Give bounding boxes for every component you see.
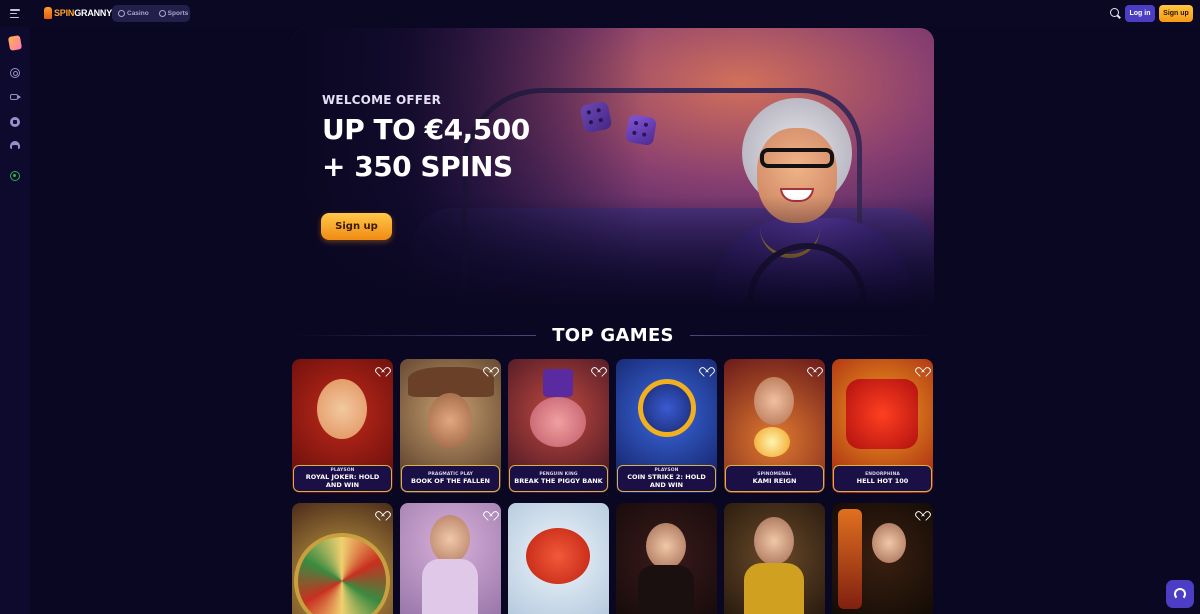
game-card[interactable]: SPINOMENAL KAMI REIGN — [724, 359, 825, 493]
game-thumbnail — [508, 503, 609, 614]
game-card[interactable] — [616, 503, 717, 614]
game-name: BOOK OF THE FALLEN — [411, 477, 490, 485]
favorite-heart-icon[interactable] — [378, 507, 388, 516]
game-card[interactable]: PRAGMATIC PLAY BOOK OF THE FALLEN — [400, 359, 501, 493]
signup-button[interactable]: Sign up — [1159, 5, 1193, 22]
favorite-heart-icon[interactable] — [702, 363, 712, 372]
favorite-heart-icon[interactable] — [378, 363, 388, 372]
game-card[interactable] — [292, 503, 393, 614]
divider — [292, 334, 537, 336]
favorite-heart-icon[interactable] — [594, 363, 604, 372]
casino-mode-label: Casino — [127, 10, 149, 17]
game-name: ROYAL JOKER: HOLD AND WIN — [305, 473, 380, 489]
game-card[interactable] — [508, 503, 609, 614]
top-bar: SPINGRANNY Casino Sports Log in Sign up — [0, 0, 1200, 27]
logo-mark-icon — [44, 7, 52, 19]
game-thumbnail — [616, 503, 717, 614]
sports-mode-button[interactable]: Sports — [156, 8, 192, 19]
login-button[interactable]: Log in — [1125, 5, 1155, 22]
sidebar — [0, 27, 30, 614]
offer-eyebrow: WELCOME OFFER — [322, 93, 442, 107]
game-label: ENDORPHINA HELL HOT 100 — [833, 465, 932, 492]
promo-icon[interactable] — [7, 35, 23, 51]
hero-signup-button[interactable]: Sign up — [321, 213, 392, 240]
game-name: KAMI REIGN — [752, 477, 797, 485]
game-card[interactable]: PLAYSON ROYAL JOKER: HOLD AND WIN — [292, 359, 393, 493]
game-thumbnail — [724, 503, 825, 614]
sports-ball-icon[interactable] — [10, 117, 20, 127]
favorite-heart-icon[interactable] — [918, 363, 928, 372]
game-label: PLAYSON ROYAL JOKER: HOLD AND WIN — [293, 465, 392, 492]
favorite-heart-icon[interactable] — [918, 507, 928, 516]
welcome-offer-banner: WELCOME OFFER UP TO €4,500 + 350 SPINS S… — [292, 28, 934, 308]
favorite-heart-icon[interactable] — [486, 363, 496, 372]
divider — [689, 334, 934, 336]
section-title: TOP GAMES — [552, 324, 674, 346]
casino-chip-icon[interactable] — [10, 68, 20, 78]
search-icon[interactable] — [1110, 8, 1120, 18]
game-name: BREAK THE PIGGY BANK — [514, 477, 603, 485]
support-chat-button[interactable] — [1166, 580, 1194, 608]
game-label: SPINOMENAL KAMI REIGN — [725, 465, 824, 492]
game-label: PRAGMATIC PLAY BOOK OF THE FALLEN — [401, 465, 500, 492]
sports-ball-icon — [158, 10, 166, 17]
game-card[interactable] — [724, 503, 825, 614]
game-name: COIN STRIKE 2: HOLD AND WIN — [627, 473, 706, 489]
game-card[interactable]: ENDORPHINA HELL HOT 100 — [832, 359, 933, 493]
hand-icon[interactable] — [10, 141, 20, 149]
logo[interactable]: SPINGRANNY — [44, 7, 112, 19]
game-card[interactable] — [832, 503, 933, 614]
game-name: HELL HOT 100 — [856, 477, 909, 485]
headset-icon — [1174, 588, 1186, 600]
live-camera-icon[interactable] — [10, 94, 21, 100]
sports-mode-label: Sports — [167, 10, 189, 17]
favorite-heart-icon[interactable] — [486, 507, 496, 516]
responsible-gaming-icon[interactable] — [10, 171, 20, 181]
casino-mode-button[interactable]: Casino — [115, 8, 152, 19]
offer-spins: + 350 SPINS — [322, 150, 513, 183]
top-games-header: TOP GAMES — [292, 322, 934, 348]
casino-sports-switch: Casino Sports — [112, 5, 190, 22]
menu-icon[interactable] — [10, 9, 20, 18]
game-card[interactable] — [400, 503, 501, 614]
game-card[interactable]: PLAYSON COIN STRIKE 2: HOLD AND WIN — [616, 359, 717, 493]
offer-text: WELCOME OFFER UP TO €4,500 + 350 SPINS — [322, 93, 530, 185]
game-label: PLAYSON COIN STRIKE 2: HOLD AND WIN — [617, 465, 716, 492]
logo-text: SPINGRANNY — [54, 8, 113, 18]
favorite-heart-icon[interactable] — [810, 363, 820, 372]
game-card[interactable]: PENGUIN KING BREAK THE PIGGY BANK — [508, 359, 609, 493]
game-label: PENGUIN KING BREAK THE PIGGY BANK — [509, 465, 608, 492]
casino-chip-icon — [118, 10, 125, 17]
offer-amount: UP TO €4,500 — [322, 113, 530, 146]
